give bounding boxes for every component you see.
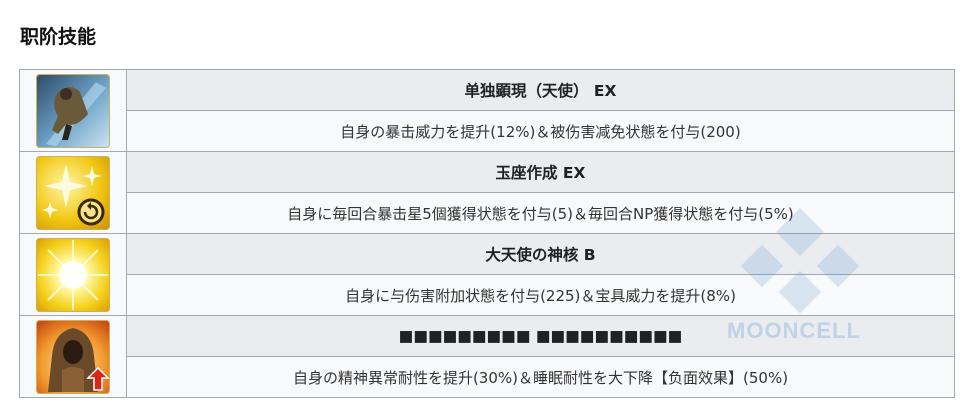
skill-name: 单独顕現（天使） EX <box>126 69 955 111</box>
skill-row-name: 单独顕現（天使） EX <box>19 69 955 152</box>
cloaked-figure-icon <box>36 73 110 148</box>
hooded-figure-icon <box>36 319 110 394</box>
skill-row-name: 大天使の神核 B <box>19 233 955 316</box>
skill-name: 玉座作成 EX <box>126 151 955 193</box>
skill-row-desc: 自身に毎回合暴击星5個獲得状態を付与(5)＆毎回合NP獲得状態を付与(5%) <box>20 192 955 234</box>
skill-description: 自身に毎回合暴击星5個獲得状態を付与(5)＆毎回合NP獲得状態を付与(5%) <box>126 192 955 234</box>
watermark-text: MOONCELL <box>727 318 861 343</box>
class-skills-table: 单独顕現（天使） EX 自身の暴击威力を提升(12%)＆被伤害减免状態を付与(2… <box>19 69 955 398</box>
skill-description: 自身の暴击威力を提升(12%)＆被伤害减免状態を付与(200) <box>126 110 955 152</box>
skill-icon-cell <box>19 315 127 398</box>
skill-icon-cell <box>19 69 127 152</box>
skill-description: 自身に与伤害附加状態を付与(225)＆宝具威力を提升(8%) <box>126 274 955 316</box>
divine-core-icon <box>36 237 110 312</box>
section-title: 职阶技能 <box>20 26 97 48</box>
star-regen-icon <box>36 155 110 230</box>
skill-name: 大天使の神核 B <box>126 233 955 275</box>
skill-description: 自身の精神異常耐性を提升(30%)＆睡眠耐性を大下降【负面效果】(50%) <box>126 356 955 398</box>
skill-row-name: 玉座作成 EX <box>19 151 955 234</box>
skill-icon-cell <box>19 233 127 316</box>
skill-icon-cell <box>19 151 127 234</box>
skill-row-desc: 自身の暴击威力を提升(12%)＆被伤害减免状態を付与(200) <box>20 110 955 152</box>
skill-row-desc: 自身の精神異常耐性を提升(30%)＆睡眠耐性を大下降【负面效果】(50%) <box>20 356 955 398</box>
skill-row-desc: 自身に与伤害附加状態を付与(225)＆宝具威力を提升(8%) <box>20 274 955 316</box>
